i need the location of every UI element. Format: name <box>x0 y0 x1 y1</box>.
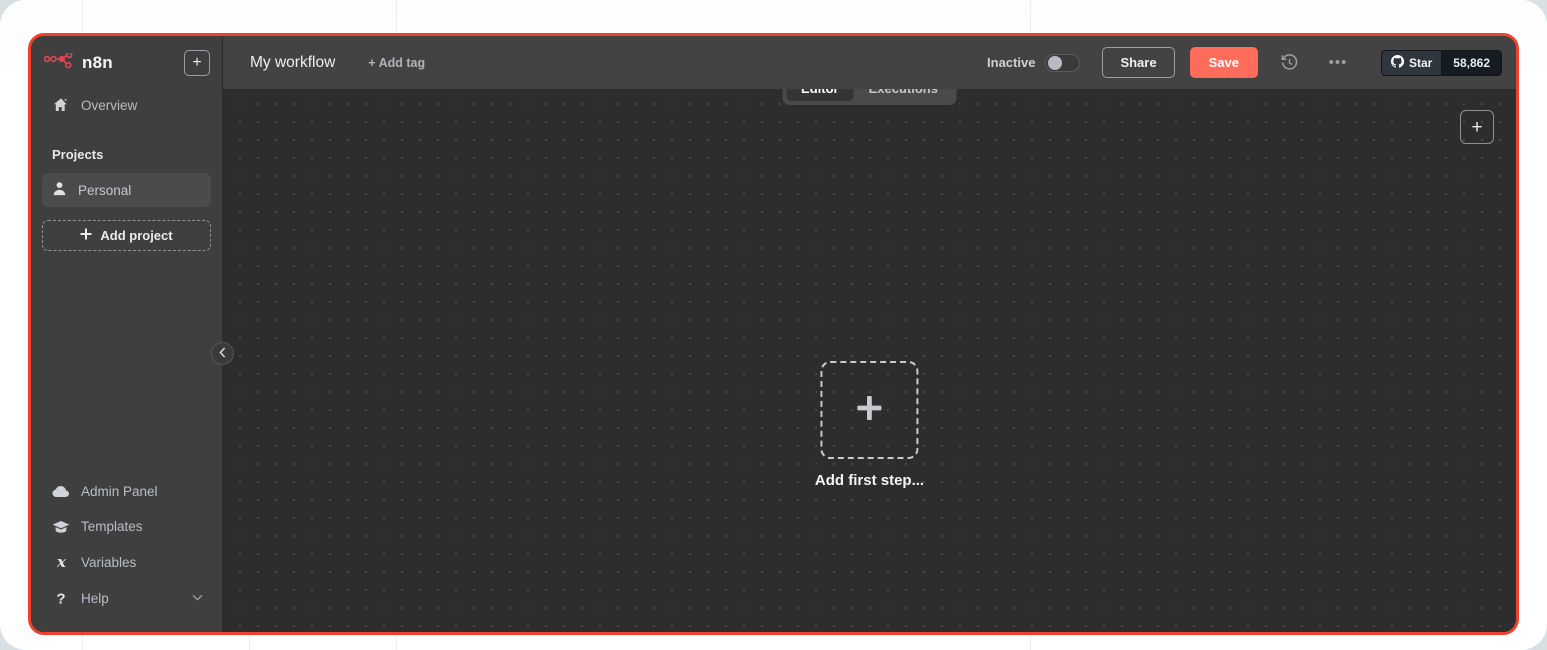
brand-logo-group[interactable]: n8n <box>44 53 113 74</box>
toggle-knob <box>1048 56 1062 70</box>
save-button[interactable]: Save <box>1190 47 1258 78</box>
activation-toggle-group[interactable]: Inactive <box>987 54 1080 72</box>
sidebar-item-label: Personal <box>78 183 131 198</box>
github-star-count: 58,862 <box>1441 51 1501 75</box>
svg-text:x: x <box>56 554 67 570</box>
sidebar-item-label: Templates <box>81 519 143 534</box>
cloud-icon <box>52 485 70 498</box>
sidebar-item-admin-panel[interactable]: Admin Panel <box>38 474 215 509</box>
n8n-logo-icon <box>44 53 74 74</box>
person-icon <box>52 181 67 199</box>
svg-text:?: ? <box>56 591 65 607</box>
sidebar-item-overview[interactable]: Overview <box>38 89 215 121</box>
sidebar-item-label: Overview <box>81 98 137 113</box>
sidebar-spacer <box>31 251 222 474</box>
sidebar-item-label: Variables <box>81 555 136 570</box>
sidebar-item-templates[interactable]: Templates <box>38 509 215 544</box>
tab-editor[interactable]: Editor <box>786 89 854 101</box>
sidebar-item-personal[interactable]: Personal <box>42 173 211 207</box>
home-icon <box>52 97 70 113</box>
github-icon <box>1391 55 1404 71</box>
tab-executions[interactable]: Executions <box>854 89 953 101</box>
add-first-step-label: Add first step... <box>815 472 924 489</box>
history-undo-icon[interactable] <box>1277 53 1303 72</box>
add-project-button[interactable]: Add project <box>42 220 211 251</box>
sidebar-add-button[interactable]: + <box>184 50 210 76</box>
variable-x-icon: x <box>52 554 70 570</box>
chevron-left-icon <box>219 347 226 361</box>
projects-section-title: Projects <box>31 147 222 162</box>
sidebar-item-label: Admin Panel <box>81 484 158 499</box>
add-project-label: Add project <box>100 228 172 243</box>
chevron-down-icon <box>192 592 203 604</box>
sidebar-brand-row: n8n + <box>31 36 222 86</box>
topbar-actions: Inactive Share Save ••• <box>987 36 1516 89</box>
workflow-name[interactable]: My workflow <box>250 54 335 72</box>
more-dots-icon[interactable]: ••• <box>1325 54 1351 71</box>
github-star-badge[interactable]: Star 58,862 <box>1381 50 1502 76</box>
plus-icon <box>855 393 885 428</box>
sidebar-item-label: Help <box>81 591 109 606</box>
workflow-topbar: My workflow + Add tag Inactive Share Sav… <box>223 36 1516 89</box>
activation-label: Inactive <box>987 55 1035 70</box>
activation-toggle[interactable] <box>1045 54 1080 72</box>
add-tag-button[interactable]: + Add tag <box>368 56 425 70</box>
sidebar-item-variables[interactable]: x Variables <box>38 544 215 580</box>
graduation-cap-icon <box>52 520 70 534</box>
sidebar-bottom-nav: Admin Panel Templates x Variables <box>31 474 222 632</box>
question-mark-icon: ? <box>52 590 70 606</box>
sidebar-item-help[interactable]: ? Help <box>38 580 215 616</box>
github-star-label: Star <box>1409 56 1432 70</box>
workflow-canvas[interactable]: Editor Executions + Add first step... <box>223 89 1516 632</box>
brand-name: n8n <box>82 53 113 73</box>
sidebar: n8n + Overview Projects Personal <box>31 36 223 632</box>
github-star-part[interactable]: Star <box>1382 51 1441 75</box>
main-area: My workflow + Add tag Inactive Share Sav… <box>223 36 1516 632</box>
canvas-add-node-button[interactable]: + <box>1460 110 1494 144</box>
sidebar-collapse-button[interactable] <box>211 342 234 365</box>
add-first-step-box[interactable] <box>821 361 919 459</box>
share-button[interactable]: Share <box>1102 47 1174 78</box>
app-window: n8n + Overview Projects Personal <box>28 33 1519 635</box>
add-first-step-button[interactable]: Add first step... <box>815 361 924 489</box>
plus-icon <box>80 228 92 243</box>
canvas-tab-group: Editor Executions <box>782 89 957 105</box>
